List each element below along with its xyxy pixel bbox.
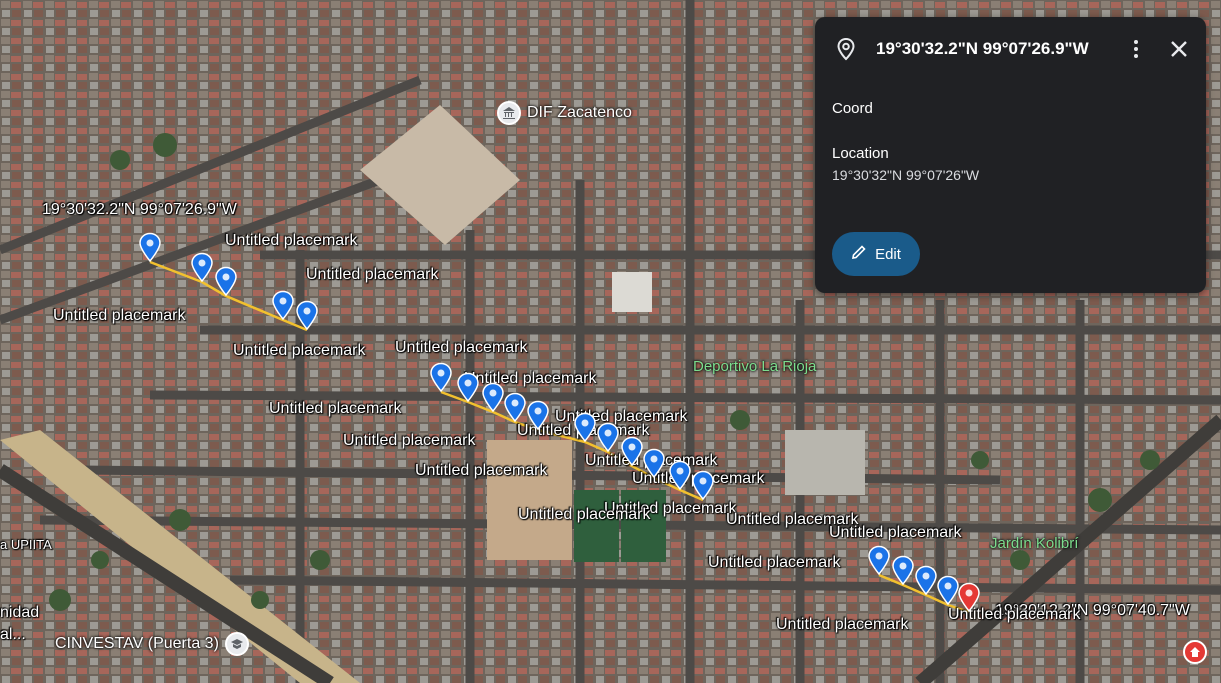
home-icon[interactable] <box>1183 640 1207 664</box>
placemark-label: Untitled placemark <box>415 462 548 479</box>
placemark-label: Untitled placemark <box>343 432 476 449</box>
placemark-label: Untitled placemark <box>518 506 651 523</box>
placemark-label: Untitled placemark <box>53 307 186 324</box>
placemark-info-panel: 19°30'32.2"N 99°07'26.9"W Coord Location… <box>815 17 1206 293</box>
placemark-pin-icon[interactable] <box>138 232 162 263</box>
edit-button-label: Edit <box>875 245 901 263</box>
placemark-pin-icon[interactable] <box>429 362 453 393</box>
placemark-pin-icon[interactable] <box>668 460 692 491</box>
placemark-pin-icon[interactable] <box>271 290 295 321</box>
school-icon <box>224 632 249 656</box>
placemark-pin-icon[interactable] <box>596 422 620 453</box>
panel-title: 19°30'32.2"N 99°07'26.9"W <box>876 39 1089 58</box>
pencil-icon <box>851 244 867 264</box>
location-pin-icon <box>835 37 857 66</box>
placemark-pin-icon[interactable] <box>914 565 938 596</box>
placemark-label: Untitled placemark <box>225 232 358 249</box>
placemark-pin-icon[interactable] <box>481 382 505 413</box>
placemark-label: Untitled placemark <box>269 400 402 417</box>
coord-label-start: 19°30'32.2"N 99°07'26.9"W <box>42 201 237 218</box>
placemark-label: Untitled placemark <box>395 339 528 356</box>
placemark-label: Untitled placemark <box>776 616 909 633</box>
placemark-label: Untitled placemark <box>306 266 439 283</box>
placemark-label: Untitled placemark <box>708 554 841 571</box>
poi-cinvestav[interactable]: CINVESTAV (Puerta 3) <box>55 632 249 656</box>
park-label-deportivo[interactable]: Deportivo La Rioja <box>693 358 816 375</box>
edge-label-upiita: a UPIITA <box>0 537 52 552</box>
close-icon[interactable] <box>1167 37 1191 61</box>
placemark-pin-icon[interactable] <box>503 392 527 423</box>
placemark-label: Untitled placemark <box>829 524 962 541</box>
placemark-pin-icon[interactable] <box>526 400 550 431</box>
more-vert-icon[interactable] <box>1126 37 1146 61</box>
placemark-pin-icon[interactable] <box>295 300 319 331</box>
placemark-pin-icon[interactable] <box>891 555 915 586</box>
placemark-pin-icon[interactable] <box>214 266 238 297</box>
placemark-pin-icon[interactable] <box>691 470 715 501</box>
poi-dif-zacatenco[interactable]: DIF Zacatenco <box>497 101 632 125</box>
poi-label: CINVESTAV (Puerta 3) <box>55 635 219 652</box>
edge-label-al: al... <box>0 626 26 643</box>
park-label-jardin[interactable]: Jardín Kolibrí <box>990 535 1078 552</box>
location-value: 19°30'32"N 99°07'26"W <box>832 167 980 183</box>
coord-field-label: Coord <box>832 100 873 117</box>
placemark-label: Untitled placemark <box>233 342 366 359</box>
placemark-pin-icon[interactable] <box>573 412 597 443</box>
placemark-pin-icon[interactable] <box>867 545 891 576</box>
placemark-pin-icon[interactable] <box>456 372 480 403</box>
placemark-pin-icon[interactable] <box>642 448 666 479</box>
location-heading: Location <box>832 145 889 162</box>
selected-placemark-pin-icon[interactable] <box>957 582 981 613</box>
edit-button[interactable]: Edit <box>832 232 920 276</box>
poi-label: DIF Zacatenco <box>527 104 632 121</box>
placemark-pin-icon[interactable] <box>190 252 214 283</box>
landmark-icon <box>497 101 521 125</box>
placemark-pin-icon[interactable] <box>620 436 644 467</box>
edge-label-nidad: nidad <box>0 604 40 621</box>
